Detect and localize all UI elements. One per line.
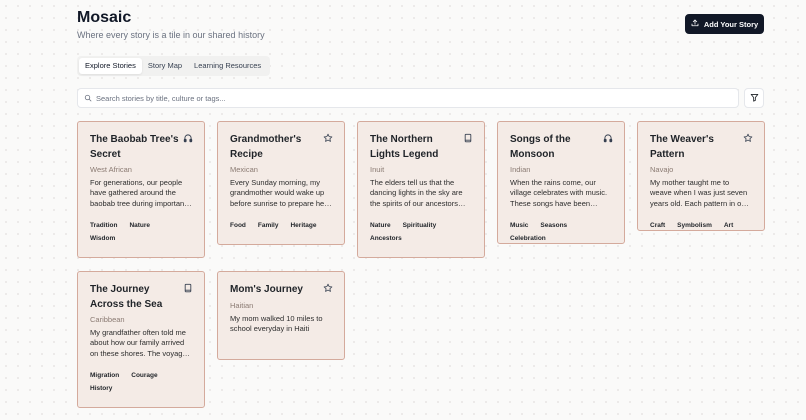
filter-button[interactable]	[744, 88, 764, 108]
story-card[interactable]: Grandmother's Recipe Mexican Every Sunda…	[217, 121, 345, 245]
story-tag[interactable]: History	[90, 385, 112, 392]
book-icon[interactable]	[183, 283, 193, 293]
headphones-icon[interactable]	[183, 133, 193, 143]
story-tag[interactable]: Art	[724, 222, 733, 229]
search-input[interactable]	[96, 93, 738, 103]
story-tag[interactable]: Courage	[131, 372, 157, 379]
app-title: Mosaic	[77, 9, 132, 26]
story-excerpt: For generations, our people have gathere…	[90, 178, 187, 208]
story-excerpt: When the rains come, our village celebra…	[510, 178, 608, 208]
search-bar	[77, 88, 739, 108]
story-tag[interactable]: Nature	[129, 222, 150, 229]
story-tag[interactable]: Family	[258, 222, 279, 229]
page-header: Mosaic Where every story is a tile in ou…	[77, 9, 265, 40]
headphones-icon[interactable]	[603, 133, 613, 143]
story-excerpt: My mom walked 10 miles to school everyda…	[230, 313, 323, 333]
story-card[interactable]: The Journey Across the Sea Caribbean My …	[77, 271, 205, 408]
story-culture: Navajo	[650, 165, 674, 174]
add-story-label: Add Your Story	[703, 19, 759, 29]
story-tag[interactable]: Celebration	[510, 235, 546, 242]
story-tag[interactable]: Migration	[90, 372, 119, 379]
story-tag[interactable]: Ancestors	[370, 235, 402, 242]
story-tag[interactable]: Nature	[370, 222, 391, 229]
star-icon[interactable]	[743, 133, 753, 143]
story-card[interactable]: Songs of the Monsoon Indian When the rai…	[497, 121, 625, 244]
story-title: The Journey Across the Sea	[90, 284, 163, 310]
tab-learning-resources[interactable]: Learning Resources	[188, 58, 267, 74]
story-title: The Weaver's Pattern	[650, 134, 714, 160]
star-icon[interactable]	[323, 283, 333, 293]
story-card[interactable]: The Baobab Tree's Secret West African Fo…	[77, 121, 205, 258]
story-excerpt: The elders tell us that the dancing ligh…	[370, 178, 463, 208]
search-icon	[84, 89, 92, 107]
star-icon[interactable]	[323, 133, 333, 143]
story-culture: Caribbean	[90, 315, 125, 324]
story-title: Songs of the Monsoon	[510, 134, 571, 160]
story-tag[interactable]: Heritage	[290, 222, 316, 229]
story-tags: Nature Spirituality Ancestors	[370, 222, 472, 242]
app-subtitle: Where every story is a tile in our share…	[77, 30, 265, 40]
story-excerpt: My grandfather often told me about how o…	[90, 328, 187, 358]
story-tag[interactable]: Symbolism	[677, 222, 712, 229]
story-card[interactable]: The Weaver's Pattern Navajo My mother ta…	[637, 121, 765, 231]
story-tag[interactable]: Spirituality	[403, 222, 437, 229]
story-culture: Mexican	[230, 165, 258, 174]
book-icon[interactable]	[463, 133, 473, 143]
story-tags: Craft Symbolism Art	[650, 222, 752, 229]
story-title: Grandmother's Recipe	[230, 134, 302, 160]
story-tags: Tradition Nature Wisdom	[90, 222, 192, 242]
story-tags: Migration Courage History	[90, 372, 192, 392]
add-story-button[interactable]: Add Your Story	[685, 14, 764, 34]
story-excerpt: Every Sunday morning, my grandmother wou…	[230, 178, 327, 208]
story-tag[interactable]: Tradition	[90, 222, 117, 229]
story-tag[interactable]: Food	[230, 222, 246, 229]
story-title: The Northern Lights Legend	[370, 134, 439, 160]
story-title: Mom's Journey	[230, 284, 303, 295]
tab-explore-stories[interactable]: Explore Stories	[79, 58, 142, 74]
story-excerpt: My mother taught me to weave when I was …	[650, 178, 748, 208]
tab-story-map[interactable]: Story Map	[142, 58, 188, 74]
story-tag[interactable]: Music	[510, 222, 528, 229]
story-tags: Music Seasons Celebration	[510, 222, 612, 242]
story-card[interactable]: Mom's Journey Haitian My mom walked 10 m…	[217, 271, 345, 360]
story-culture: Inuit	[370, 165, 385, 174]
story-tag[interactable]: Seasons	[540, 222, 567, 229]
filter-icon	[750, 89, 759, 107]
tab-bar: Explore Stories Story Map Learning Resou…	[77, 56, 270, 76]
story-culture: Indian	[510, 165, 531, 174]
story-tags: Food Family Heritage	[230, 222, 332, 229]
story-tag[interactable]: Wisdom	[90, 235, 115, 242]
story-tag[interactable]: Craft	[650, 222, 665, 229]
story-title: The Baobab Tree's Secret	[90, 134, 179, 160]
story-culture: West African	[90, 165, 132, 174]
upload-icon	[691, 19, 699, 29]
story-card[interactable]: The Northern Lights Legend Inuit The eld…	[357, 121, 485, 258]
story-culture: Haitian	[230, 300, 254, 310]
